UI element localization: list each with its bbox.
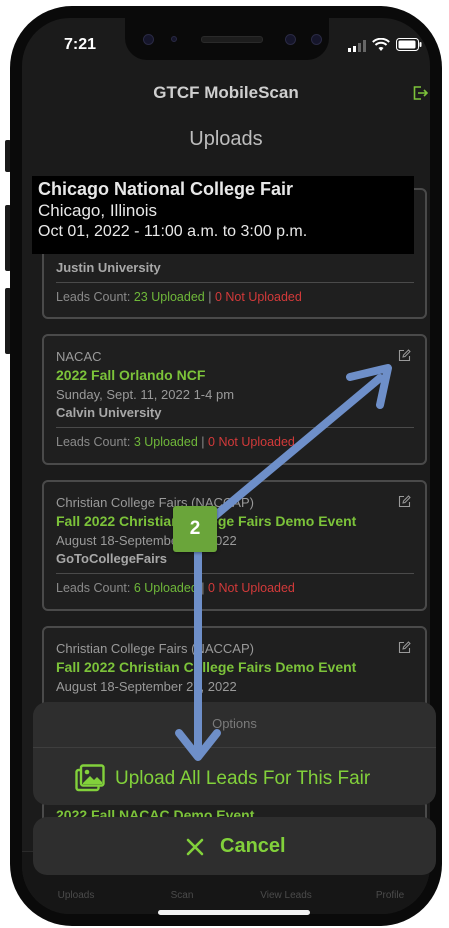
step-badge: 2 <box>173 506 217 552</box>
tutorial-arrows <box>175 364 392 761</box>
arrow-to-edit <box>194 374 384 534</box>
